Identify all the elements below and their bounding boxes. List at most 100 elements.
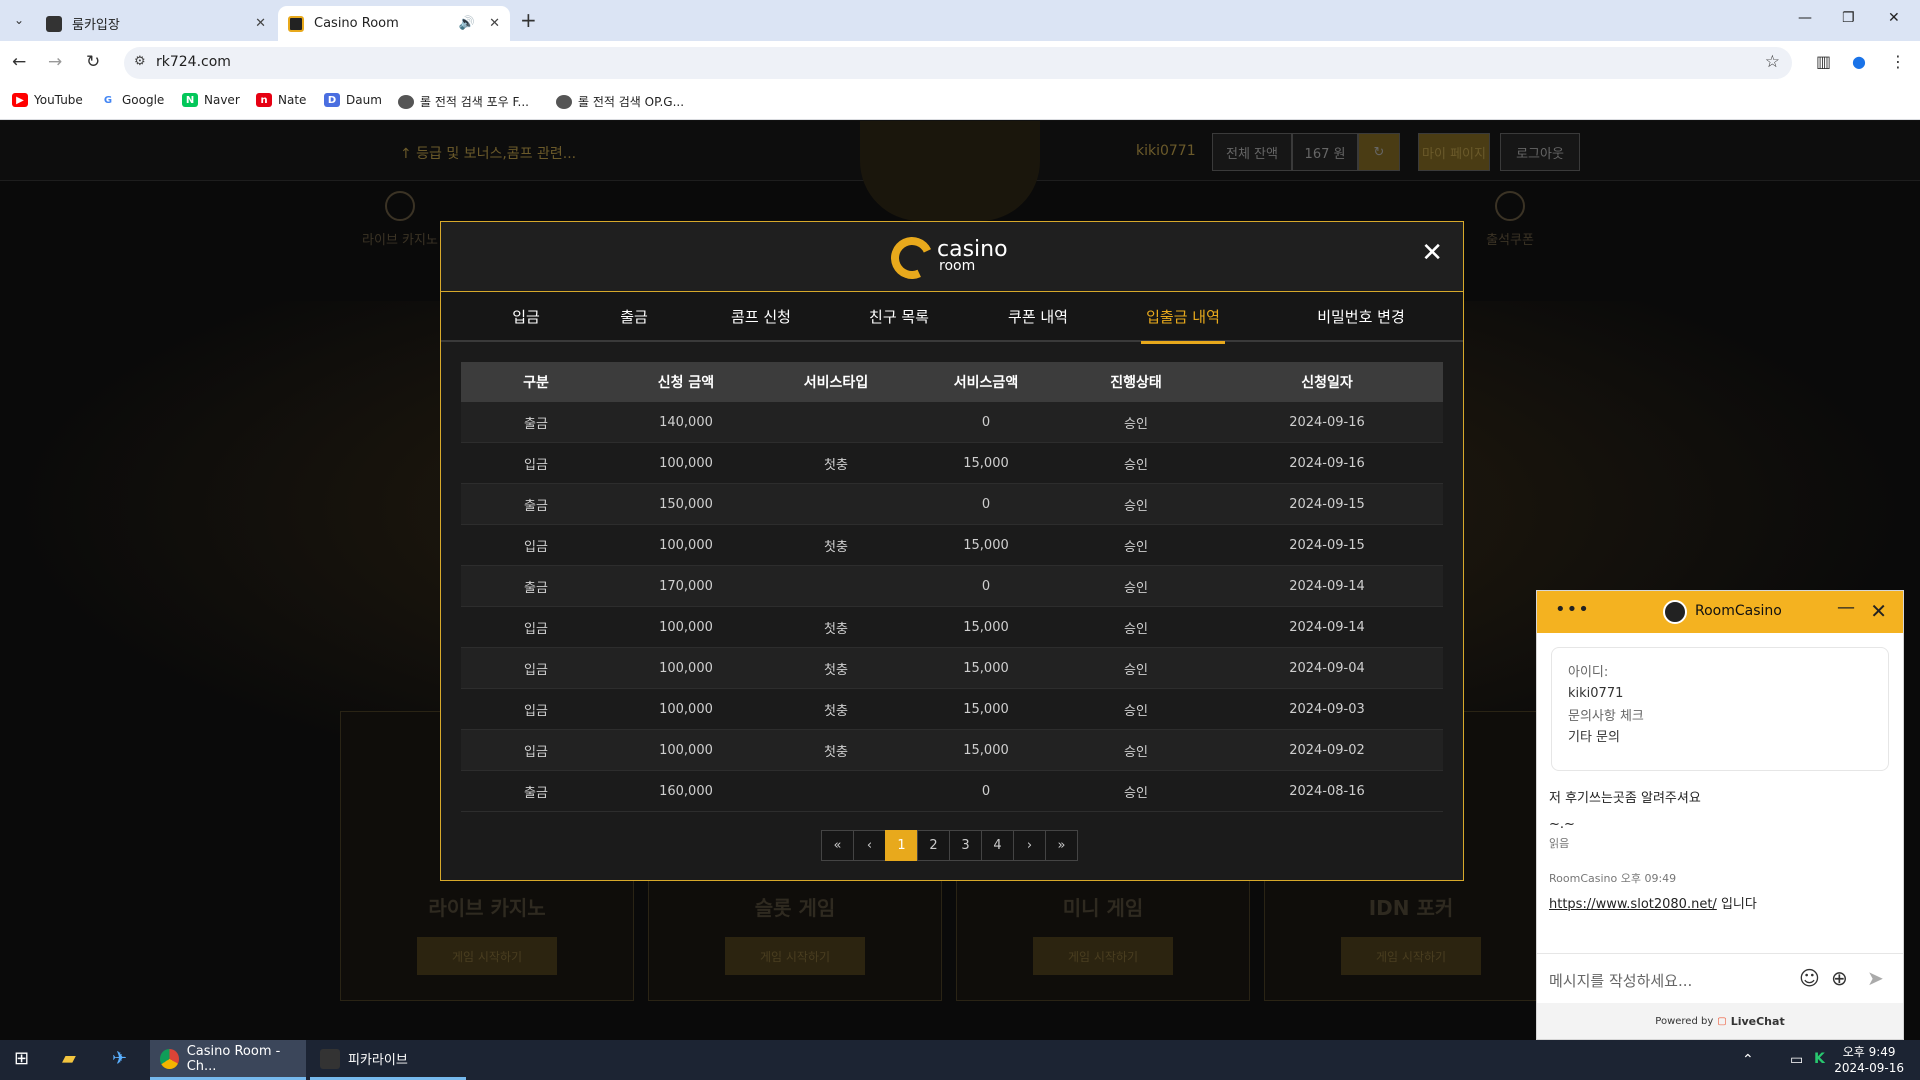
nav-attendance-coupon[interactable]: 출석쿠폰: [1455, 191, 1565, 248]
tab-search-chevron-icon[interactable]: ⌄: [8, 9, 30, 31]
chat-menu-icon[interactable]: •••: [1555, 599, 1590, 620]
user-message-2: ~.~: [1549, 817, 1575, 832]
restore-window-icon[interactable]: ❐: [1842, 10, 1855, 26]
mypage-button[interactable]: 마이 페이지: [1418, 133, 1490, 171]
page-first-button[interactable]: «: [821, 830, 854, 861]
tab-close-icon[interactable]: ✕: [255, 16, 266, 31]
col-amount: 신청 금액: [657, 375, 715, 391]
id-label: 아이디:: [1568, 665, 1609, 680]
chat-minimize-icon[interactable]: —: [1837, 597, 1855, 618]
tab-deposit[interactable]: 입금: [501, 292, 551, 342]
windows-start-icon[interactable]: ⊞: [14, 1048, 29, 1069]
col-service-amount: 서비스금액: [953, 375, 1019, 391]
taskbar-pika-app[interactable]: 피카라이브: [310, 1040, 466, 1080]
bookmark-google[interactable]: G Google: [100, 93, 164, 107]
bookmark-star-icon[interactable]: ☆: [1765, 52, 1780, 72]
bookmark-naver[interactable]: N Naver: [182, 93, 240, 107]
page-prev-button[interactable]: ‹: [853, 830, 886, 861]
bookmark-lol-fow[interactable]: 롤 전적 검색 포우 F...: [398, 93, 529, 110]
site-logo[interactable]: [860, 121, 1040, 221]
notice-text[interactable]: ↑ 등급 및 보너스,콤프 관련...: [400, 143, 576, 163]
screen: ⌄ 룸카입장 ✕ Casino Room 🔊 ✕ + — ❐ ✕ ← → ↻ ⚙…: [0, 0, 1920, 1080]
tab-change-password[interactable]: 비밀번호 변경: [1296, 292, 1426, 342]
minimize-window-icon[interactable]: —: [1798, 10, 1812, 26]
network-icon[interactable]: ▭: [1790, 1052, 1803, 1068]
tab-coupon-history[interactable]: 쿠폰 내역: [1000, 292, 1076, 342]
bookmark-label: Daum: [346, 93, 382, 107]
chrome-icon: [160, 1048, 179, 1069]
cell-type: 출금: [524, 580, 548, 596]
cell-service-amount: 15,000: [963, 619, 1009, 635]
cell-date: 2024-09-14: [1289, 619, 1365, 635]
logout-button[interactable]: 로그아웃: [1500, 133, 1580, 171]
address-bar[interactable]: ⚙ rk724.com ☆: [124, 47, 1792, 79]
page-3-button[interactable]: 3: [949, 830, 982, 861]
bookmark-lol-opgg[interactable]: 롤 전적 검색 OP.G...: [556, 93, 684, 110]
forward-arrow-icon[interactable]: →: [48, 52, 62, 72]
livechat-brand[interactable]: LiveChat: [1731, 1015, 1785, 1028]
agent-link[interactable]: https://www.slot2080.net/: [1549, 897, 1717, 912]
nav-live-casino[interactable]: 라이브 카지노: [345, 191, 455, 248]
page-1-button[interactable]: 1: [885, 830, 918, 861]
cell-status: 승인: [1124, 703, 1148, 719]
profile-avatar-icon[interactable]: ●: [1852, 52, 1866, 71]
kakao-k-icon[interactable]: K: [1814, 1051, 1825, 1067]
page-4-button[interactable]: 4: [981, 830, 1014, 861]
cell-amount: 100,000: [659, 701, 713, 717]
tray-chevron-up-icon[interactable]: ⌃: [1742, 1052, 1754, 1068]
cell-service-amount: 0: [981, 496, 991, 512]
cell-date: 2024-09-15: [1289, 496, 1365, 512]
browser-tab-active[interactable]: Casino Room 🔊 ✕: [278, 6, 510, 41]
close-window-icon[interactable]: ✕: [1888, 10, 1900, 26]
reload-icon[interactable]: ↻: [86, 52, 100, 72]
browser-tab-inactive[interactable]: 룸카입장 ✕: [36, 6, 276, 41]
browser-menu-icon[interactable]: ⋮: [1890, 52, 1906, 71]
site-info-icon[interactable]: ⚙: [134, 54, 146, 69]
taskbar-chrome-app[interactable]: Casino Room - Ch...: [150, 1040, 306, 1080]
message-input[interactable]: 메시지를 작성하세요...: [1549, 970, 1692, 991]
attach-plus-icon[interactable]: ⊕: [1831, 966, 1848, 990]
chat-close-icon[interactable]: ✕: [1870, 599, 1887, 623]
game-start-button[interactable]: 게임 시작하기: [1341, 937, 1481, 975]
page-next-button[interactable]: ›: [1013, 830, 1046, 861]
url-text[interactable]: rk724.com: [156, 54, 231, 70]
bookmark-label: Nate: [278, 93, 307, 107]
game-start-button[interactable]: 게임 시작하기: [1033, 937, 1173, 975]
system-clock[interactable]: 오후 9:49 2024-09-16: [1834, 1044, 1904, 1076]
side-panel-icon[interactable]: ▥: [1816, 52, 1831, 71]
game-start-button[interactable]: 게임 시작하기: [725, 937, 865, 975]
col-service-type: 서비스타입: [803, 375, 869, 391]
send-icon[interactable]: ➤: [1867, 966, 1884, 990]
cell-type: 출금: [524, 416, 548, 432]
game-start-button[interactable]: 게임 시작하기: [417, 937, 557, 975]
cell-service-type: 첫충: [824, 703, 848, 719]
new-tab-plus-icon[interactable]: +: [520, 10, 537, 30]
file-explorer-icon[interactable]: ▰: [62, 1048, 76, 1069]
cell-amount: 150,000: [659, 496, 713, 512]
refresh-balance-icon[interactable]: ↻: [1358, 133, 1400, 171]
inquiry-value: 기타 문의: [1568, 730, 1620, 745]
bird-app-icon[interactable]: ✈: [112, 1048, 127, 1069]
modal-close-icon[interactable]: ✕: [1421, 240, 1443, 266]
livechat-logo-icon: ▢: [1717, 1015, 1727, 1027]
chat-title: RoomCasino: [1695, 603, 1782, 619]
page-2-button[interactable]: 2: [917, 830, 950, 861]
back-arrow-icon[interactable]: ←: [12, 52, 26, 72]
cell-status: 승인: [1124, 744, 1148, 760]
speaker-icon[interactable]: 🔊: [459, 16, 475, 31]
tab-transaction-history[interactable]: 입출금 내역: [1141, 292, 1225, 344]
bookmark-youtube[interactable]: ▶ YouTube: [12, 93, 83, 107]
bookmark-nate[interactable]: n Nate: [256, 93, 306, 107]
tab-friend-list[interactable]: 친구 목록: [861, 292, 937, 342]
tab-close-icon[interactable]: ✕: [489, 16, 500, 31]
tab-comp-request[interactable]: 콤프 신청: [723, 292, 799, 342]
cell-service-type: 첫충: [824, 744, 848, 760]
logo-text-casino: casino: [937, 237, 1008, 262]
cell-type: 입금: [524, 703, 548, 719]
game-card-title: 미니 게임: [1062, 896, 1144, 920]
page-last-button[interactable]: »: [1045, 830, 1078, 861]
tab-withdraw[interactable]: 출금: [609, 292, 659, 342]
table-row: 입금 100,000 첫충 15,000 승인 2024-09-04: [461, 648, 1443, 689]
bookmark-daum[interactable]: D Daum: [324, 93, 382, 107]
emoji-icon[interactable]: ☺: [1799, 966, 1820, 990]
